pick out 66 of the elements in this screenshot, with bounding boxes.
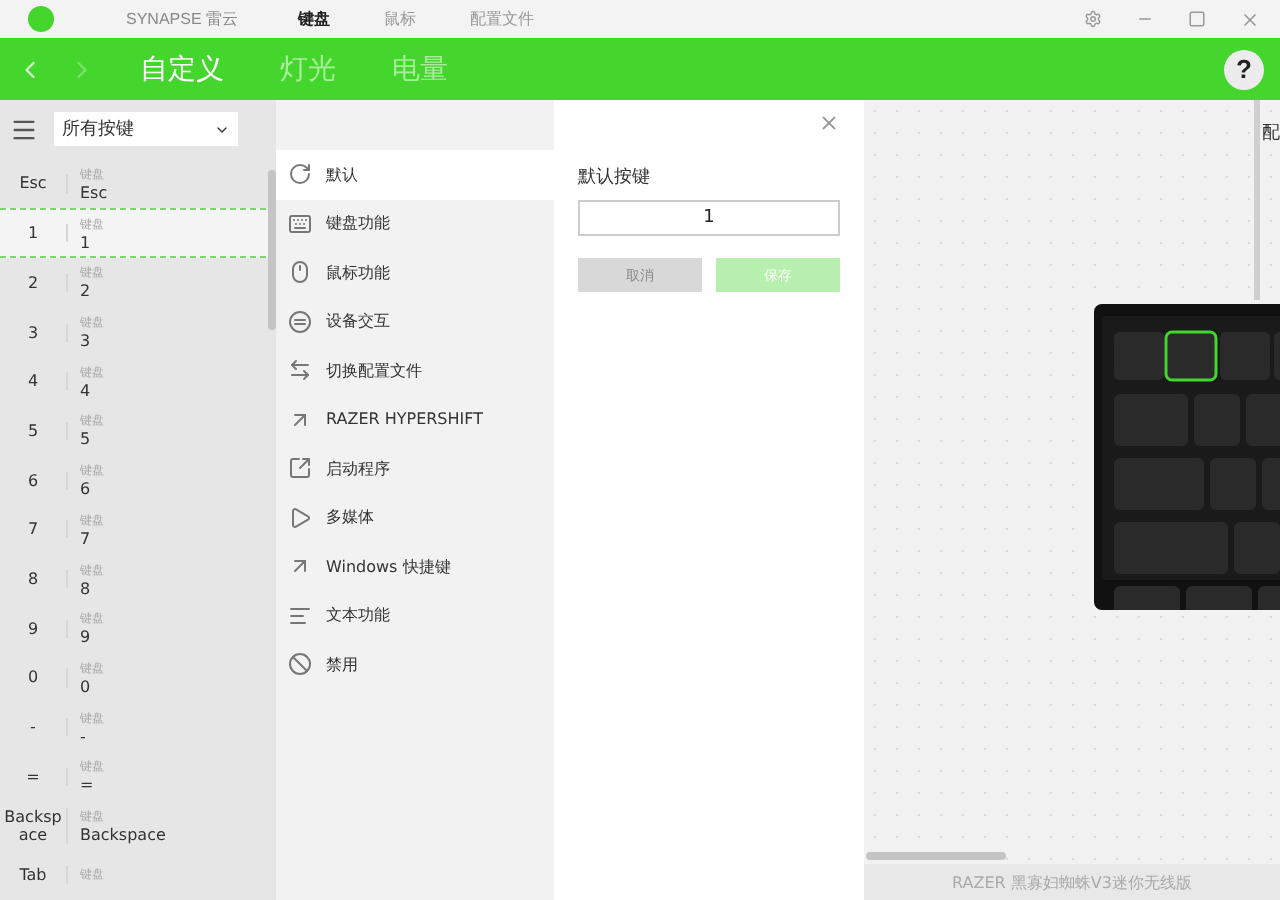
key-label: 8 (0, 569, 68, 589)
text-lines-icon (288, 603, 312, 628)
key-assignment: Backspace (80, 825, 166, 844)
app-name: SYNAPSE 雷云 (126, 8, 239, 30)
swap-arrows-icon (288, 358, 312, 383)
scrollbar[interactable] (1254, 100, 1260, 300)
key-label: Esc (0, 174, 68, 194)
rotate-icon (288, 162, 312, 187)
function-item[interactable]: 默认 (276, 150, 554, 199)
key-label: 6 (0, 471, 68, 490)
launch-icon (288, 456, 312, 481)
function-item[interactable]: 文本功能 (276, 591, 554, 640)
key-label: Tab (0, 866, 68, 885)
key-assignment: - (80, 727, 88, 746)
key-label: 1 (0, 224, 68, 243)
key-assignment: 7 (80, 529, 93, 548)
key-assignment: 4 (80, 381, 93, 400)
close-icon[interactable] (818, 112, 840, 134)
key-assignment: 0 (80, 677, 93, 696)
logo-icon (28, 6, 54, 32)
key-assignment: 6 (80, 480, 93, 499)
key-assignment: 1 (80, 233, 93, 252)
settings-icon[interactable] (1084, 9, 1102, 27)
key-label: 0 (0, 668, 68, 687)
key-label: 3 (0, 323, 68, 342)
edge-label: 配 (1262, 122, 1280, 146)
key-label: Backspace (0, 807, 68, 845)
key-label: - (0, 718, 68, 737)
key-assignment: 5 (80, 430, 93, 449)
key-filter-dropdown[interactable]: 所有按键 (54, 112, 238, 147)
device-name: RAZER 黑寡妇蜘蛛V3迷你无线版 (952, 871, 1192, 893)
key-label: 9 (0, 619, 68, 638)
key-assignment: = (80, 776, 96, 795)
key-label: = (0, 767, 68, 786)
function-item[interactable]: RAZER HYPERSHIFT (276, 395, 554, 444)
mouse-icon (288, 260, 312, 285)
scrollbar[interactable] (866, 852, 1006, 860)
key-assignment: 8 (80, 579, 93, 598)
function-item[interactable]: 启动程序 (276, 444, 554, 493)
close-icon[interactable] (1240, 9, 1260, 29)
function-item[interactable]: 多媒体 (276, 493, 554, 542)
function-item[interactable]: 键盘功能 (276, 199, 554, 248)
maximize-icon[interactable] (1188, 9, 1206, 27)
key-assignment: 9 (80, 628, 93, 647)
key-label: 7 (0, 520, 68, 539)
function-item[interactable]: 禁用 (276, 640, 554, 689)
key-assignment: 2 (80, 282, 93, 301)
menu-icon[interactable] (10, 115, 38, 144)
top-tab[interactable]: 键盘 (298, 8, 331, 30)
key-assignment: 3 (80, 332, 93, 351)
key-label: 5 (0, 421, 68, 441)
scrollbar[interactable] (268, 170, 276, 330)
key-label: 2 (0, 273, 68, 292)
play-icon (288, 505, 312, 530)
keyboard-icon (288, 211, 312, 236)
detail-title: 默认按键 (578, 165, 652, 190)
circle-icon (288, 309, 312, 334)
help-button[interactable]: ? (1224, 49, 1264, 89)
function-item[interactable]: 设备交互 (276, 297, 554, 346)
key-assignment: Esc (80, 184, 108, 203)
ban-icon (288, 652, 312, 677)
function-item[interactable]: Windows 快捷键 (276, 542, 554, 591)
function-item[interactable]: 鼠标功能 (276, 248, 554, 297)
key-input-field[interactable]: 1 (578, 200, 840, 236)
key-label: 4 (0, 372, 68, 391)
function-item[interactable]: 切换配置文件 (276, 346, 554, 395)
